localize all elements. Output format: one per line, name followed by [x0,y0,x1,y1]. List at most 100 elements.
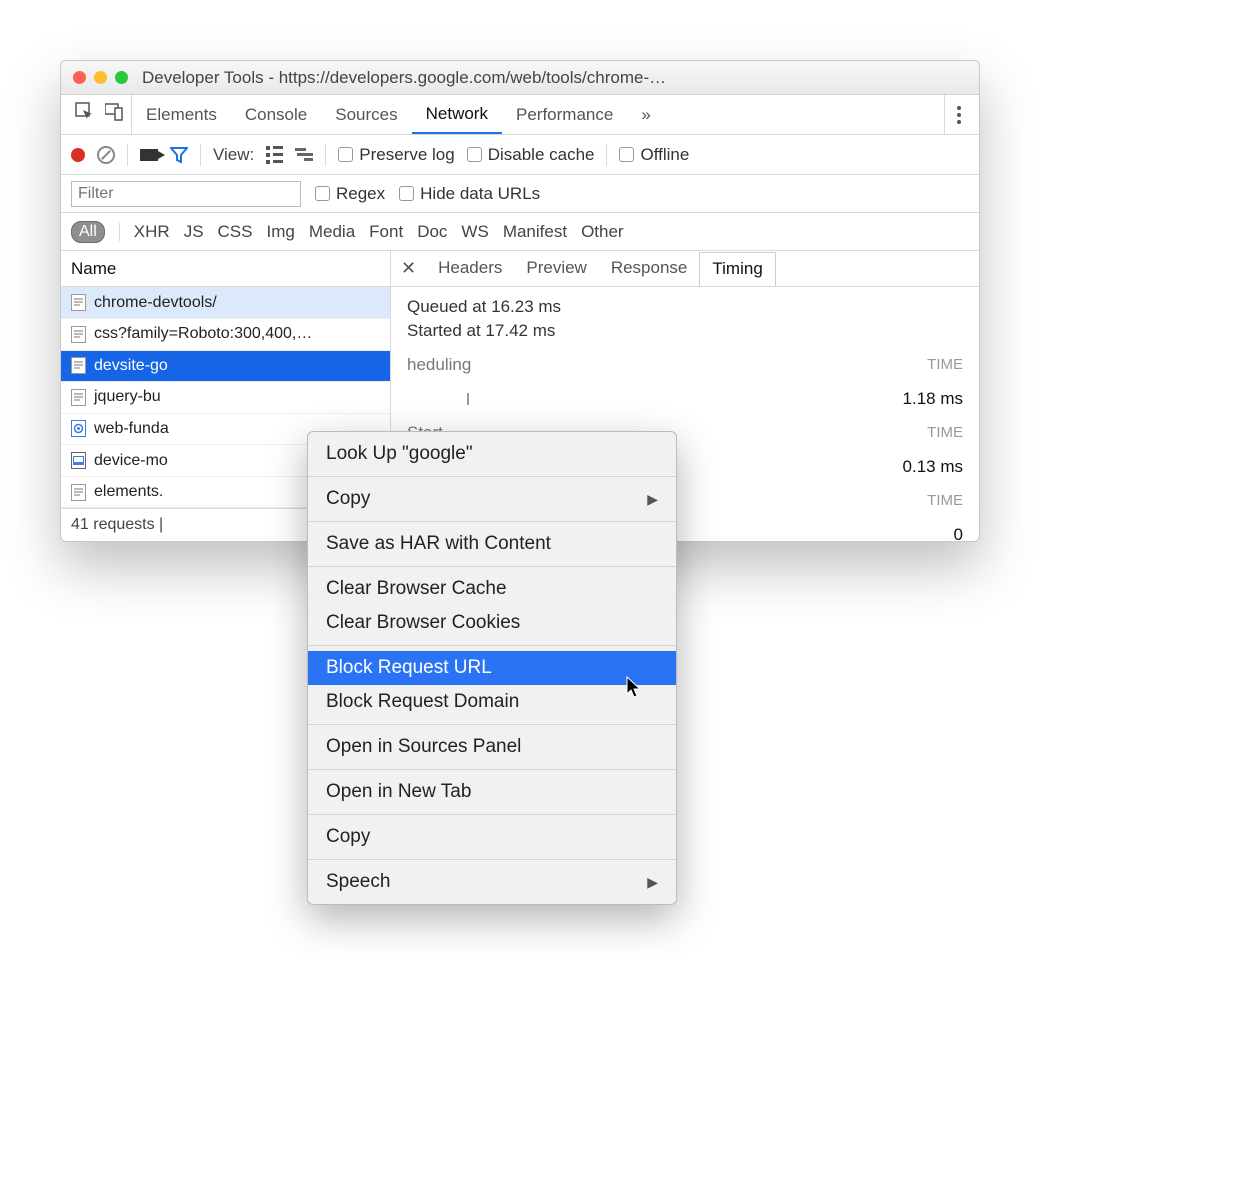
detail-tabs: ✕ Headers Preview Response Timing [391,251,979,287]
disable-cache-checkbox[interactable]: Disable cache [467,145,595,165]
separator [127,144,128,166]
type-all[interactable]: All [71,221,105,243]
network-toolbar: View: Preserve log Disable cache Offline [61,135,979,175]
request-row[interactable]: css?family=Roboto:300,400,… [61,319,390,351]
timing-row-head: TIME [927,492,963,509]
queued-text: Queued at 16.23 ms [407,297,963,317]
context-menu: Look Up "google" Copy ▶ Save as HAR with … [307,431,677,905]
timing-row-value: 0.13 ms [903,457,963,477]
tab-sources[interactable]: Sources [321,95,411,134]
screenshots-icon[interactable] [140,149,158,161]
type-ws[interactable]: WS [461,222,488,242]
menu-separator [308,566,676,567]
menu-look-up[interactable]: Look Up "google" [308,437,676,471]
request-row-selected[interactable]: devsite-go [61,351,390,383]
type-js[interactable]: JS [184,222,204,242]
type-filter-bar: All XHR JS CSS Img Media Font Doc WS Man… [61,213,979,251]
panel-tabs: Elements Console Sources Network Perform… [132,95,944,134]
menu-copy[interactable]: Copy [308,820,676,854]
gear-icon [71,420,86,437]
traffic-lights [73,71,128,84]
file-icon [71,484,86,501]
type-img[interactable]: Img [267,222,295,242]
menu-speech-submenu[interactable]: Speech▶ [308,865,676,899]
image-icon [71,452,86,469]
tabbar-left-tools [67,95,132,134]
menu-open-new-tab[interactable]: Open in New Tab [308,775,676,809]
menu-open-sources[interactable]: Open in Sources Panel [308,730,676,764]
menu-label: Block Request Domain [326,691,519,713]
close-window-button[interactable] [73,71,86,84]
inspect-element-icon[interactable] [75,102,95,127]
clear-button[interactable] [97,146,115,164]
type-other[interactable]: Other [581,222,624,242]
view-label: View: [213,145,254,165]
type-xhr[interactable]: XHR [134,222,170,242]
tab-response[interactable]: Response [599,251,700,286]
tab-network[interactable]: Network [412,95,502,134]
request-name: chrome-devtools/ [94,294,217,312]
timing-row-head: TIME [927,356,963,373]
menu-save-har[interactable]: Save as HAR with Content [308,527,676,561]
preserve-log-checkbox[interactable]: Preserve log [338,145,454,165]
menu-clear-cookies[interactable]: Clear Browser Cookies [308,606,676,640]
menu-separator [308,814,676,815]
filter-icon[interactable] [170,146,188,164]
devtools-window: Developer Tools - https://developers.goo… [60,60,980,542]
menu-label: Speech [326,871,390,893]
record-button[interactable] [71,148,85,162]
filter-input[interactable] [71,181,301,207]
overview-icon[interactable] [295,148,313,161]
hide-data-urls-checkbox[interactable]: Hide data URLs [399,184,540,204]
request-row[interactable]: chrome-devtools/ [61,287,390,319]
column-header-name[interactable]: Name [61,251,390,287]
zoom-window-button[interactable] [115,71,128,84]
main-tabbar: Elements Console Sources Network Perform… [61,95,979,135]
request-row[interactable]: jquery-bu [61,382,390,414]
timing-row-label: heduling [407,355,471,375]
tab-headers[interactable]: Headers [426,251,514,286]
tab-elements[interactable]: Elements [132,95,231,134]
type-media[interactable]: Media [309,222,355,242]
menu-clear-cache[interactable]: Clear Browser Cache [308,572,676,606]
tab-timing[interactable]: Timing [699,252,775,287]
type-font[interactable]: Font [369,222,403,242]
menu-separator [308,645,676,646]
submenu-arrow-icon: ▶ [647,491,658,508]
tabs-overflow[interactable]: » [627,95,664,134]
timing-row-value: 1.18 ms [903,389,963,409]
hide-data-urls-label: Hide data URLs [420,184,540,204]
started-text: Started at 17.42 ms [407,321,963,341]
menu-label: Open in New Tab [326,781,471,803]
type-manifest[interactable]: Manifest [503,222,567,242]
type-css[interactable]: CSS [218,222,253,242]
menu-label: Copy [326,826,370,848]
menu-separator [308,859,676,860]
device-toolbar-icon[interactable] [105,102,123,127]
tab-performance[interactable]: Performance [502,95,627,134]
regex-label: Regex [336,184,385,204]
offline-checkbox[interactable]: Offline [619,145,689,165]
regex-checkbox[interactable]: Regex [315,184,385,204]
tab-preview[interactable]: Preview [514,251,598,286]
menu-label: Save as HAR with Content [326,533,551,555]
timing-bar [467,393,469,405]
file-icon [71,326,86,343]
menu-label: Clear Browser Cache [326,578,507,600]
type-doc[interactable]: Doc [417,222,447,242]
menu-separator [308,521,676,522]
tabbar-right-tools [944,95,973,134]
menu-block-request-url[interactable]: Block Request URL [308,651,676,685]
request-name: jquery-bu [94,388,161,406]
menu-copy-submenu[interactable]: Copy ▶ [308,482,676,516]
menu-label: Copy [326,488,370,510]
large-rows-icon[interactable] [266,146,283,164]
more-options-icon[interactable] [955,106,963,124]
request-name: css?family=Roboto:300,400,… [94,325,312,343]
minimize-window-button[interactable] [94,71,107,84]
tab-console[interactable]: Console [231,95,321,134]
timing-row-value: 0 [954,525,963,541]
close-detail-icon[interactable]: ✕ [391,258,426,279]
menu-block-request-domain[interactable]: Block Request Domain [308,685,676,719]
window-title: Developer Tools - https://developers.goo… [142,68,666,88]
